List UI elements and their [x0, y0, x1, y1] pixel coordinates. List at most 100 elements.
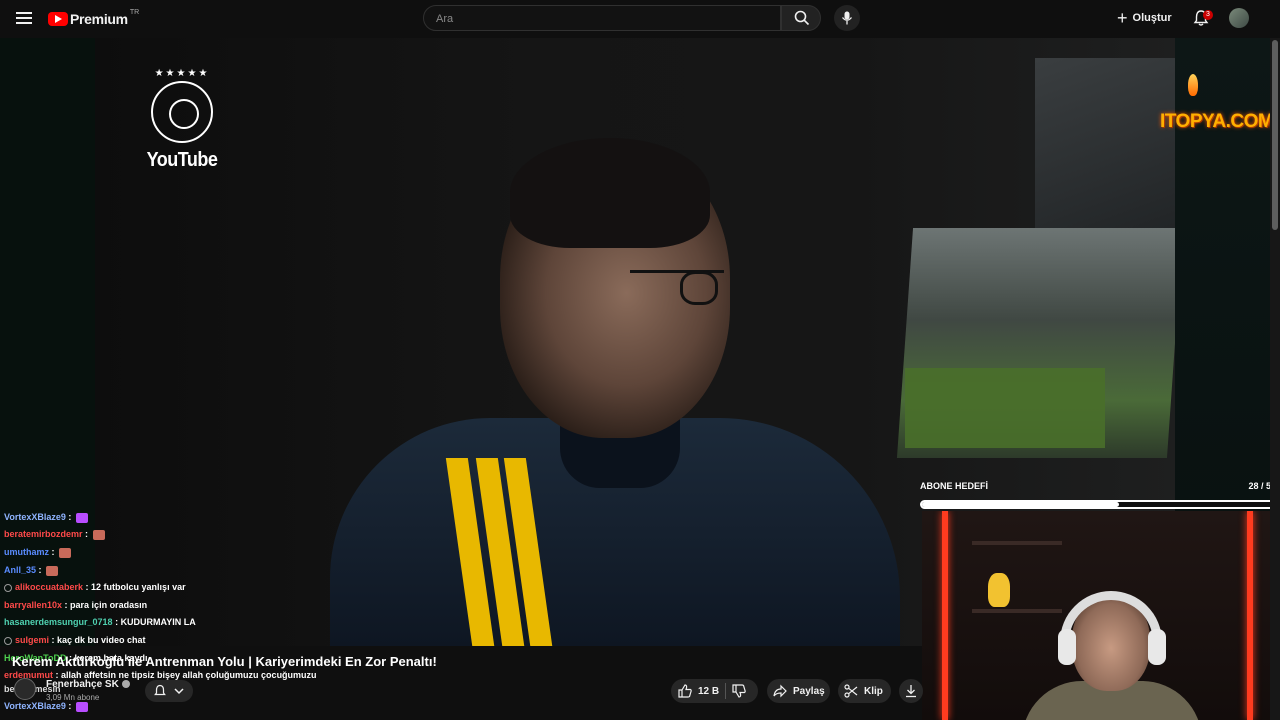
streamer-webcam	[922, 511, 1270, 720]
goal-progress-fill	[922, 502, 1120, 507]
emote-icon	[92, 529, 105, 540]
bell-icon	[154, 684, 166, 696]
chat-text: KUDURMAYIN LA	[120, 617, 196, 627]
thumbs-up-icon	[678, 684, 692, 698]
subscriber-goal: ABONE HEDEFİ 28 / 50	[920, 481, 1276, 511]
shelf	[972, 541, 1062, 545]
chat-separator: :	[112, 617, 121, 627]
like-button[interactable]: 12 B	[671, 684, 719, 698]
notification-badge: 3	[1203, 10, 1213, 20]
chat-username: beratemirbozdemr	[4, 529, 83, 539]
chevron-down-icon	[174, 688, 184, 695]
watermark-youtube-text: YouTube	[146, 147, 218, 171]
chat-separator: :	[49, 635, 58, 645]
top-bar: Premium TR + Oluştur 3	[0, 0, 1280, 37]
stars-icon: ★★★★★	[154, 68, 210, 79]
sponsor-logo: ITOPYA.COM	[1160, 111, 1274, 132]
verified-icon	[121, 680, 130, 689]
chat-message: Anll_35 :	[4, 564, 59, 576]
chat-separator: :	[65, 701, 74, 711]
chat-separator: :	[36, 565, 45, 575]
headphone-earcup	[1148, 629, 1166, 665]
plus-icon: +	[1117, 7, 1128, 28]
emote-icon	[59, 547, 71, 558]
chat-username: VortexXBlaze9	[4, 701, 66, 711]
chat-separator: :	[83, 582, 92, 592]
country-code: TR	[129, 8, 140, 16]
emote-icon	[46, 565, 59, 576]
chat-separator: :	[82, 529, 91, 539]
emote-icon	[75, 512, 88, 523]
shelf	[972, 609, 1062, 613]
player-hair	[510, 138, 710, 248]
like-dislike-group: 12 B	[671, 679, 758, 703]
chat-username: alikoccuataberk	[15, 582, 84, 592]
window-grass	[905, 368, 1105, 448]
chat-badge-icon	[4, 636, 12, 645]
page-scrollbar[interactable]	[1270, 38, 1280, 720]
chat-username: umuthamz	[4, 547, 49, 557]
channel-name[interactable]: Fenerbahçe SK	[46, 679, 130, 690]
subscriber-count: 3,09 Mn abone	[46, 693, 100, 702]
chat-separator: :	[62, 600, 71, 610]
chat-username: sulgemi	[15, 635, 50, 645]
chat-message: barryallen10x : para için oradasın	[4, 599, 147, 611]
video-title: Kerem Aktürkoğlu ile Antrenman Yolu | Ka…	[12, 654, 437, 669]
youtube-play-icon	[48, 12, 68, 26]
chat-message: beratemirbozdemr :	[4, 528, 105, 540]
club-watermark: ★★★★★ YouTube	[145, 68, 219, 188]
thumbs-down-icon[interactable]	[732, 684, 746, 698]
create-button[interactable]: + Oluştur	[1117, 7, 1172, 29]
channel-name-text: Fenerbahçe SK	[46, 679, 119, 690]
channel-avatar[interactable]	[14, 678, 36, 700]
goal-label: ABONE HEDEFİ	[920, 481, 989, 491]
chat-text: para için oradasın	[70, 600, 148, 610]
download-icon	[906, 685, 916, 698]
chat-username: barryallen10x	[4, 600, 63, 610]
fire-icon	[1188, 74, 1198, 96]
like-count: 12 B	[698, 685, 720, 697]
scrollbar-thumb[interactable]	[1272, 40, 1278, 230]
chat-separator: :	[49, 547, 57, 557]
search-input[interactable]	[434, 12, 768, 26]
chat-message: umuthamz :	[4, 546, 71, 558]
subscription-bell-button[interactable]	[145, 680, 193, 702]
account-avatar[interactable]	[1229, 8, 1249, 28]
goal-progress-bar	[920, 500, 1276, 509]
menu-icon[interactable]	[16, 12, 32, 24]
scissors-icon	[844, 684, 858, 698]
chat-username: VortexXBlaze9	[4, 512, 66, 522]
neon-light	[942, 511, 948, 720]
search-icon	[794, 10, 810, 26]
chat-message: VortexXBlaze9 :	[4, 511, 88, 523]
share-label: Paylaş	[793, 685, 825, 697]
chat-message: sulgemi : kaç dk bu video chat	[4, 634, 146, 646]
chat-message: hasanerdemsungur_0718 : KUDURMAYIN LA	[4, 616, 196, 628]
emote-icon	[75, 701, 88, 712]
chat-username: Anll_35	[4, 565, 37, 575]
glasses	[630, 270, 724, 305]
chat-message: alikoccuataberk : 12 futbolcu yanlışı va…	[4, 581, 186, 593]
search-button[interactable]	[781, 5, 821, 31]
divider	[725, 683, 727, 699]
chat-badge-icon	[4, 583, 12, 592]
share-button[interactable]: Paylaş	[767, 679, 830, 703]
clip-label: Klip	[864, 685, 883, 697]
search-box	[423, 5, 781, 31]
download-button[interactable]	[899, 679, 923, 703]
share-icon	[773, 684, 787, 698]
club-crest-icon	[151, 81, 213, 143]
chat-separator: :	[65, 512, 74, 522]
voice-search-button[interactable]	[834, 5, 860, 31]
neon-light	[1247, 511, 1253, 720]
figurine	[988, 573, 1010, 607]
chat-text: 12 futbolcu yanlışı var	[91, 582, 186, 592]
youtube-premium-logo[interactable]: Premium TR	[48, 8, 140, 27]
chat-username: hasanerdemsungur_0718	[4, 617, 113, 627]
brand-label: Premium	[70, 11, 128, 27]
create-label: Oluştur	[1132, 12, 1172, 24]
clip-button[interactable]: Klip	[838, 679, 891, 703]
microphone-icon	[841, 11, 853, 25]
chat-text: kaç dk bu video chat	[57, 635, 146, 645]
headphone-earcup	[1058, 629, 1076, 665]
